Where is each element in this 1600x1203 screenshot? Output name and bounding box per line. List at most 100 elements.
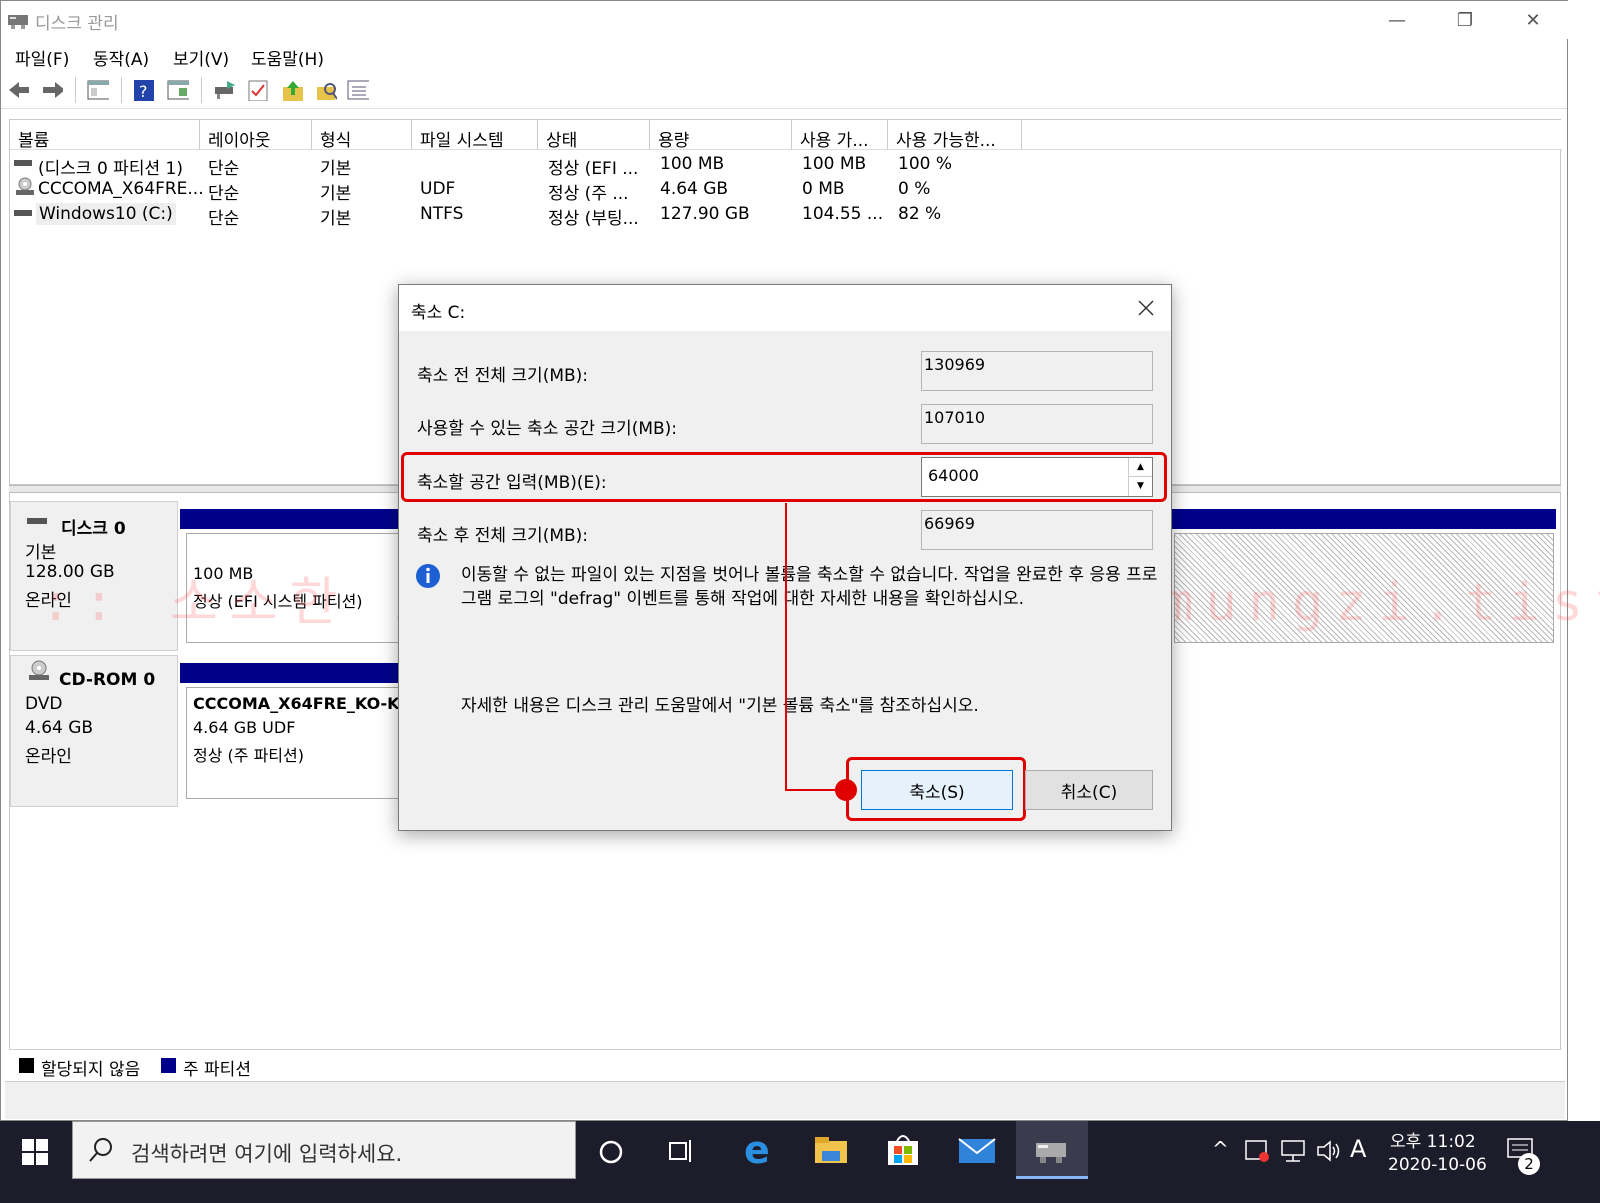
legend-primary: 주 파티션	[183, 1060, 251, 1080]
clock-time[interactable]: 오후 11:02	[1390, 1127, 1476, 1152]
highlight-shrink-button	[846, 757, 1026, 821]
volume-list-header: 볼륨 레이아웃 형식 파일 시스템 상태 용량 사용 가... 사용 가능한..…	[10, 120, 1562, 150]
minimize-button[interactable]: —	[1363, 1, 1431, 39]
annotation-line	[785, 503, 787, 791]
dialog-title-bar[interactable]: 축소 C:	[399, 285, 1171, 331]
disk-management-app-icon	[8, 15, 28, 29]
file-explorer-icon[interactable]	[814, 1135, 848, 1165]
column-header-layout[interactable]: 레이아웃	[200, 120, 312, 150]
volume-layout: 단순	[208, 159, 240, 179]
volume-layout: 단순	[208, 209, 240, 229]
disk-management-app-icon	[1036, 1143, 1066, 1163]
search-placeholder: 검색하려면 여기에 입력하세요.	[131, 1142, 403, 1166]
column-header-percent-free[interactable]: 사용 가능한...	[888, 120, 1022, 150]
volume-pct: 82 %	[898, 204, 942, 224]
task-view-icon[interactable]	[668, 1137, 696, 1165]
table-row[interactable]: (디스크 0 파티션 1) 단순 기본 정상 (EFI ... 100 MB 1…	[10, 152, 1010, 179]
ime-indicator[interactable]: A	[1350, 1135, 1366, 1163]
window-title: 디스크 관리	[35, 14, 119, 34]
cdrom0-size: 4.64 GB	[25, 718, 94, 738]
shrink-dialog: 축소 C: 축소 전 전체 크기(MB): 130969 사용할 수 있는 축소…	[398, 284, 1172, 831]
legend-unallocated: 할당되지 않음	[41, 1060, 141, 1080]
cdrom0-partition-bar	[180, 663, 410, 683]
close-button[interactable]: ✕	[1499, 1, 1567, 39]
title-bar[interactable]: 디스크 관리 — ❐ ✕	[1, 1, 1569, 39]
legend: 할당되지 않음 주 파티션	[9, 1049, 1561, 1081]
cdrom0-state: 온라인	[25, 747, 72, 767]
console-tree-icon[interactable]	[87, 79, 109, 101]
folder-up-icon[interactable]	[281, 79, 303, 101]
menu-view[interactable]: 보기(V)	[173, 45, 229, 70]
toolbar-separator	[121, 77, 122, 103]
table-row[interactable]: CCCOMA_X64FRE... 단순 기본 UDF 정상 (주 ... 4.6…	[10, 177, 1010, 204]
volume-free: 100 MB	[802, 154, 867, 174]
svg-text:e: e	[744, 1133, 770, 1167]
volume-name: (디스크 0 파티션 1)	[38, 159, 183, 179]
drive-connect-icon[interactable]	[213, 79, 235, 101]
taskbar-search-box[interactable]: 검색하려면 여기에 입력하세요.	[72, 1121, 576, 1179]
store-icon[interactable]	[886, 1131, 920, 1167]
column-header-capacity[interactable]: 용량	[650, 120, 792, 150]
task-view-cortana-icon[interactable]	[598, 1139, 624, 1165]
volume-layout: 단순	[208, 184, 240, 204]
column-header-type[interactable]: 형식	[312, 120, 412, 150]
taskbar-disk-management-active[interactable]	[1016, 1121, 1088, 1179]
dialog-close-icon[interactable]	[1137, 299, 1155, 317]
cdrom0-partition[interactable]: CCCOMA_X64FRE_KO-KR 4.64 GB UDF 정상 (주 파티…	[186, 687, 410, 799]
volume-capacity: 127.90 GB	[660, 204, 750, 224]
disk0-name: 디스크 0	[61, 519, 126, 539]
drive-icon	[27, 518, 47, 524]
volume-fs: UDF	[420, 179, 456, 199]
network-icon[interactable]	[1280, 1139, 1308, 1163]
status-bar	[5, 1081, 1565, 1119]
volume-icon[interactable]	[1316, 1139, 1342, 1163]
column-header-filesystem[interactable]: 파일 시스템	[412, 120, 538, 150]
chevron-up-icon[interactable]: ^	[1212, 1137, 1229, 1161]
notification-badge: 2	[1518, 1153, 1540, 1175]
total-after-field: 66969	[921, 510, 1153, 550]
partition-label: CCCOMA_X64FRE_KO-KR	[193, 694, 410, 713]
volume-pct: 100 %	[898, 154, 953, 174]
back-arrow-icon[interactable]	[7, 79, 29, 101]
column-header-volume[interactable]: 볼륨	[10, 120, 200, 150]
total-before-field: 130969	[921, 351, 1153, 391]
table-row[interactable]: Windows10 (C:) 단순 기본 NTFS 정상 (부팅... 127.…	[10, 202, 1010, 229]
column-header-free-space[interactable]: 사용 가...	[792, 120, 888, 150]
folder-search-icon[interactable]	[315, 79, 337, 101]
forward-arrow-icon[interactable]	[41, 79, 63, 101]
help-text: 자세한 내용은 디스크 관리 도움말에서 "기본 볼륨 축소"를 참조하십시오.	[461, 696, 979, 716]
checklist-icon[interactable]	[247, 79, 269, 101]
cancel-button[interactable]: 취소(C)	[1025, 770, 1153, 810]
dialog-title: 축소 C:	[411, 303, 466, 323]
volume-free: 0 MB	[802, 179, 845, 199]
edge-browser-icon[interactable]: e	[744, 1133, 776, 1167]
search-icon	[89, 1138, 112, 1162]
list-icon[interactable]	[347, 79, 369, 101]
volume-capacity: 100 MB	[660, 154, 725, 174]
volume-free: 104.55 ...	[802, 204, 884, 224]
sync-icon[interactable]	[1244, 1137, 1270, 1163]
column-header-status[interactable]: 상태	[538, 120, 650, 150]
clock-date[interactable]: 2020-10-06	[1388, 1155, 1487, 1175]
help-icon[interactable]: ?	[133, 79, 155, 101]
available-shrink-field: 107010	[921, 404, 1153, 444]
menu-file[interactable]: 파일(F)	[15, 45, 69, 70]
taskbar: 검색하려면 여기에 입력하세요. e ^ A 오후 11:02 2020-10-…	[0, 1121, 1600, 1203]
menu-bar: 파일(F) 동작(A) 보기(V) 도움말(H)	[1, 39, 1567, 71]
volume-status: 정상 (EFI ...	[548, 159, 639, 179]
mail-icon[interactable]	[958, 1137, 996, 1165]
svg-text:?: ?	[139, 82, 148, 101]
cdrom0-type: DVD	[25, 694, 63, 714]
windows-start-icon[interactable]	[22, 1139, 48, 1165]
properties-grid-icon[interactable]	[167, 79, 189, 101]
unallocated-swatch	[19, 1058, 34, 1073]
menu-help[interactable]: 도움말(H)	[251, 45, 324, 70]
total-before-label: 축소 전 전체 크기(MB):	[417, 366, 589, 386]
cdrom0-info[interactable]: CD-ROM 0 DVD 4.64 GB 온라인	[10, 655, 178, 807]
menu-action[interactable]: 동작(A)	[93, 45, 149, 70]
drive-icon	[14, 160, 32, 166]
info-text: 이동할 수 없는 파일이 있는 지점을 벗어나 볼륨을 축소할 수 없습니다. …	[461, 565, 1158, 609]
restore-button[interactable]: ❐	[1431, 1, 1499, 39]
volume-name-selected: Windows10 (C:)	[36, 203, 176, 225]
volume-type: 기본	[320, 159, 352, 179]
